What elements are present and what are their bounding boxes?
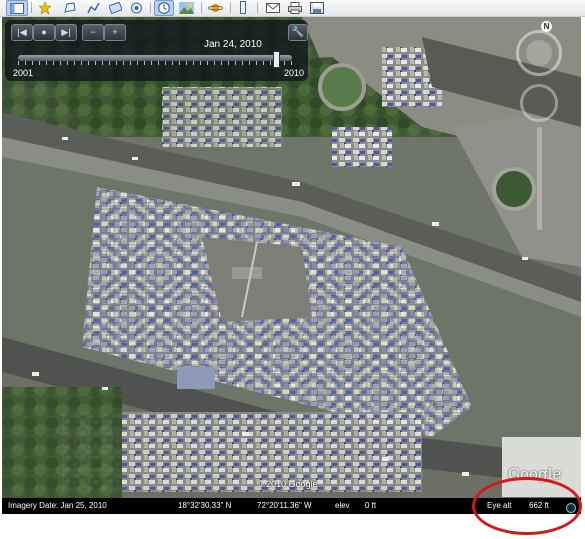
- red-highlight-ellipse: [472, 477, 582, 535]
- zoom-out-time-icon[interactable]: −: [82, 24, 104, 41]
- toolbar: [0, 0, 585, 17]
- placemark-icon[interactable]: [37, 1, 53, 14]
- look-joystick[interactable]: [526, 40, 552, 66]
- image-overlay-icon[interactable]: [107, 1, 123, 14]
- email-icon[interactable]: [264, 1, 282, 14]
- zoom-in-time-icon[interactable]: +: [104, 24, 126, 41]
- play-icon[interactable]: ●: [33, 24, 55, 41]
- elev-value: 0 ft: [365, 501, 377, 510]
- time-slider-start-year: 2001: [13, 68, 34, 78]
- time-slider-thumb[interactable]: [272, 51, 280, 68]
- map-copyright: © 2010 Google: [257, 479, 318, 489]
- longitude-readout: 72°20'11.36" W: [257, 501, 312, 510]
- sidebar-icon[interactable]: [6, 0, 28, 16]
- skip-back-icon[interactable]: |◀: [11, 24, 33, 41]
- sunlight-icon[interactable]: [177, 1, 195, 14]
- map-imagery: [2, 17, 581, 514]
- path-icon[interactable]: [85, 1, 101, 14]
- ruler-icon[interactable]: [236, 1, 250, 14]
- imagery-date: Imagery Date: Jan 25, 2010: [8, 501, 107, 510]
- time-slider-date: Jan 24, 2010: [204, 39, 262, 50]
- latitude-readout: 18°32'30.33" N: [178, 501, 232, 510]
- zoom-slider[interactable]: [537, 127, 542, 230]
- satellite-map[interactable]: |◀ ● ▶| − + Jan 24, 2010 2001 2010 🔧 N ©…: [2, 17, 581, 514]
- skip-forward-icon[interactable]: ▶|: [55, 24, 77, 41]
- elev-label: elev: [335, 501, 350, 510]
- time-slider-ticks: [18, 61, 292, 65]
- print-icon[interactable]: [286, 1, 304, 14]
- save-image-icon[interactable]: [308, 1, 326, 14]
- polygon-icon[interactable]: [62, 1, 78, 14]
- time-slider-panel: |◀ ● ▶| − + Jan 24, 2010 2001 2010 🔧: [5, 20, 308, 81]
- move-control[interactable]: [520, 84, 558, 122]
- planet-icon[interactable]: [206, 1, 224, 14]
- historical-imagery-icon[interactable]: [154, 0, 174, 16]
- record-tour-icon[interactable]: [128, 1, 144, 14]
- time-slider-end-year: 2010: [284, 68, 305, 78]
- wrench-icon[interactable]: 🔧: [288, 24, 308, 41]
